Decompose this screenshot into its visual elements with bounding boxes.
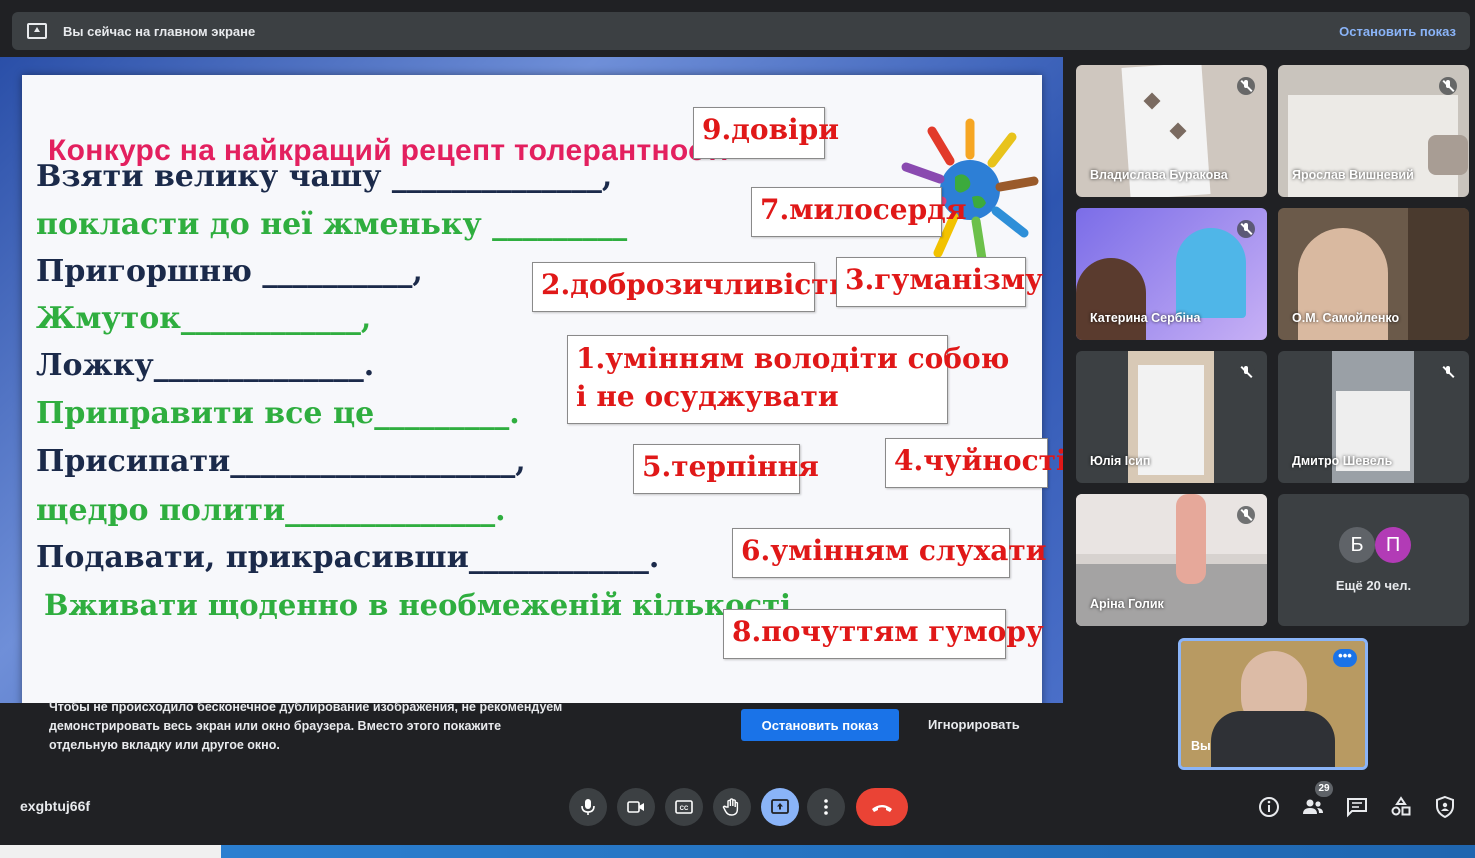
mic-off-icon (1237, 220, 1255, 238)
recipe-line: Пригоршню __________, (36, 254, 423, 289)
recipe-line: Взяти велику чашу ______________, (36, 159, 613, 194)
mirror-warning: Чтобы не происходило бесконечное дублиро… (0, 700, 1063, 770)
people-icon[interactable] (1301, 795, 1325, 819)
participant-name: Катерина Сербіна (1090, 311, 1201, 325)
participant-tile[interactable]: Юлія Ісип (1076, 351, 1267, 483)
stop-presenting-button[interactable]: Остановить показ (741, 709, 899, 741)
mic-off-icon (1439, 77, 1457, 95)
camera-button[interactable] (617, 788, 655, 826)
answer-card: 8.почуттям гумору (723, 609, 1044, 659)
participant-tile[interactable]: Ярослав Вишневий (1278, 65, 1469, 197)
mic-off-icon (1237, 363, 1255, 381)
present-screen-icon (27, 23, 47, 39)
recipe-line: покласти до неї жменьку _________ (36, 207, 628, 242)
recipe-line: Жмуток____________, (36, 301, 372, 336)
presenting-message: Вы сейчас на главном экране (63, 23, 256, 39)
hang-up-icon (872, 805, 892, 812)
recipe-line: Присипати___________________, (36, 444, 526, 479)
participant-name: О.М. Самойленко (1292, 311, 1400, 325)
recipe-line: Приправити все це_________. (36, 396, 520, 431)
answer-card: 9.довіри (693, 107, 839, 159)
mic-off-icon (1237, 77, 1255, 95)
participant-name: Аріна Голик (1090, 597, 1164, 611)
svg-text:CC: CC (680, 806, 689, 812)
chat-icon[interactable] (1345, 795, 1369, 819)
mic-off-icon (1237, 506, 1255, 524)
participant-name: Ярослав Вишневий (1292, 168, 1414, 182)
taskbar-strip (0, 845, 1475, 858)
recipe-line: Вживати щоденно в необмеженій кількості. (44, 588, 802, 622)
stop-presenting-link[interactable]: Остановить показ (1339, 24, 1456, 39)
answer-card: 2.доброзичливістю (532, 262, 857, 312)
avatar: П (1375, 527, 1411, 563)
microphone-icon (581, 799, 595, 815)
microphone-button[interactable] (569, 788, 607, 826)
activities-icon[interactable] (1389, 795, 1413, 819)
present-now-button[interactable] (761, 788, 799, 826)
mic-off-icon (1439, 363, 1457, 381)
answer-line: і не осуджувати (576, 380, 839, 413)
more-participants-tile[interactable]: Б П Ещё 20 чел. (1278, 494, 1469, 626)
participant-tile[interactable]: Дмитро Шевель (1278, 351, 1469, 483)
more-vertical-icon (824, 799, 828, 815)
participant-name: Вы (1191, 739, 1211, 753)
captions-icon: CC (675, 800, 693, 814)
camera-icon (627, 801, 644, 813)
recipe-line: щедро полити______________. (36, 493, 506, 528)
ignore-button[interactable]: Игнорировать (928, 717, 1020, 732)
participant-tile[interactable]: Владислава Буракова (1076, 65, 1267, 197)
recipe-line: Ложку______________. (36, 348, 375, 383)
answer-card: 7.милосердя (751, 187, 967, 237)
participant-tile[interactable]: О.М. Самойленко (1278, 208, 1469, 340)
more-options-button[interactable] (807, 788, 845, 826)
hand-icon (722, 798, 739, 816)
more-participants-label: Ещё 20 чел. (1335, 578, 1412, 593)
more-options-icon[interactable]: ••• (1333, 649, 1357, 667)
presenting-banner: Вы сейчас на главном экране Остановить п… (12, 12, 1470, 50)
answer-card: 5.терпіння (633, 444, 819, 494)
answer-card: 3.гуманізму (836, 257, 1043, 307)
answer-card: 6.умінням слухати (732, 528, 1047, 578)
participant-name: Юлія Ісип (1090, 454, 1151, 468)
answer-card: 4.чуйності (885, 438, 1063, 488)
participant-name: Дмитро Шевель (1292, 454, 1393, 468)
participant-name: Владислава Буракова (1090, 168, 1228, 182)
warning-text: Чтобы не происходило бесконечное дублиро… (49, 700, 563, 752)
presented-screen: Конкурс на найкращий рецепт толерантност… (0, 57, 1063, 703)
captions-button[interactable]: CC (665, 788, 703, 826)
participant-tile[interactable]: Катерина Сербіна (1076, 208, 1267, 340)
avatar: Б (1339, 527, 1375, 563)
meeting-code: exgbtuj66f (20, 798, 91, 814)
self-video-tile[interactable]: ••• Вы (1178, 638, 1368, 770)
answer-line: 1.умінням володіти собою (576, 342, 1010, 375)
meeting-details-icon[interactable] (1257, 795, 1281, 819)
participant-tile[interactable]: Аріна Голик (1076, 494, 1267, 626)
answer-card: 1.умінням володіти собою і не осуджувати (567, 335, 1010, 424)
host-controls-icon[interactable] (1433, 795, 1457, 819)
participant-count-badge: 29 (1315, 781, 1333, 797)
leave-call-button[interactable] (856, 788, 908, 826)
recipe-line: Подавати, прикрасивши____________. (36, 540, 660, 575)
raise-hand-button[interactable] (713, 788, 751, 826)
present-screen-icon (771, 799, 789, 814)
